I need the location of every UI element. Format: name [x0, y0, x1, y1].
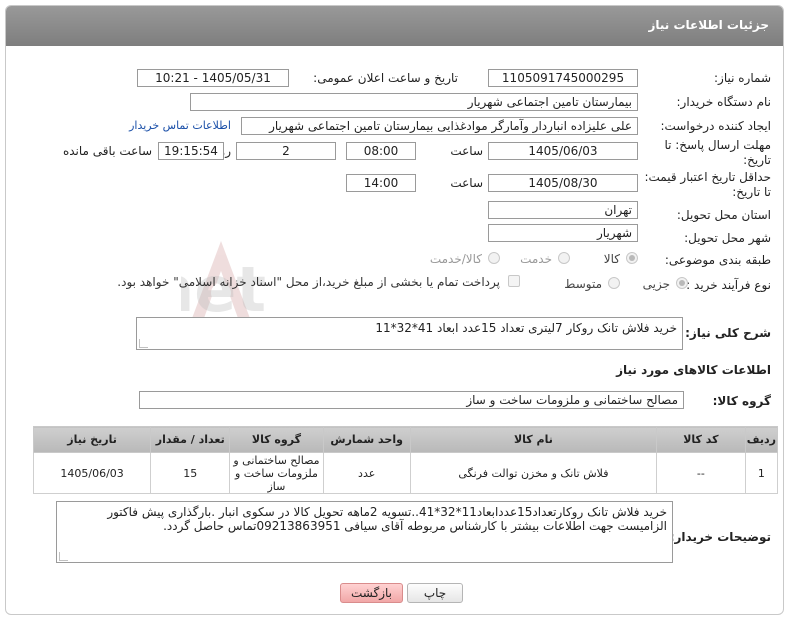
buyer-notes-textarea[interactable]: خرید فلاش تانک روکارتعداد15عددابعاد11*32…	[56, 501, 673, 563]
goods-table: ردیف کد کالا نام کالا واحد شمارش گروه کا…	[32, 426, 779, 494]
cell-row: 1	[744, 452, 779, 494]
category-radio-both[interactable]	[488, 252, 500, 264]
province-label: استان محل تحویل:	[676, 208, 771, 222]
need-number-field: 1105091745000295	[488, 69, 638, 87]
creator-field: علی علیزاده انباردار وآمارگر موادغذایی ب…	[241, 117, 638, 135]
summary-textarea[interactable]: خرید فلاش تانک روکار 7لیتری تعداد 15عدد …	[136, 317, 683, 350]
validity-time-label: ساعت	[450, 176, 483, 190]
need-number-label: شماره نیاز:	[714, 71, 771, 85]
announce-label: تاریخ و ساعت اعلان عمومی:	[313, 71, 458, 85]
creator-label: ایجاد کننده درخواست:	[660, 119, 771, 133]
resize-grip-icon[interactable]	[59, 552, 68, 561]
col-name: نام کالا	[409, 426, 658, 453]
treasury-payment-checkbox[interactable]	[508, 275, 520, 287]
category-option-service: خدمت	[520, 252, 552, 266]
col-qty: تعداد / مقدار	[150, 426, 231, 453]
table-row: 1 -- فلاش تانک و مخزن توالت فرنگی عدد مص…	[32, 452, 779, 494]
city-field: شهریار	[488, 224, 638, 242]
deadline-time-field: 08:00	[346, 142, 416, 160]
validity-label-date: تا تاریخ:	[732, 185, 771, 199]
deadline-time-label: ساعت	[450, 144, 483, 158]
goods-section-title: اطلاعات کالاهای مورد نیاز	[616, 363, 771, 377]
process-radio-minor[interactable]	[676, 277, 688, 289]
deadline-date-field: 1405/06/03	[488, 142, 638, 160]
goods-group-field: مصالح ساختمانی و ملزومات ساخت و ساز	[139, 391, 684, 409]
treasury-payment-note: پرداخت تمام یا بخشی از مبلغ خرید،از محل …	[117, 275, 500, 289]
cell-name: فلاش تانک و مخزن توالت فرنگی	[409, 452, 658, 494]
cell-qty: 15	[150, 452, 231, 494]
col-date: تاریخ نیاز	[32, 426, 152, 453]
summary-label: شرح کلی نیاز:	[685, 326, 771, 340]
print-button[interactable]: چاپ	[407, 583, 463, 603]
col-group: گروه کالا	[229, 426, 324, 453]
summary-text: خرید فلاش تانک روکار 7لیتری تعداد 15عدد …	[375, 321, 677, 335]
announce-field: 1405/05/31 - 10:21	[137, 69, 289, 87]
cell-date: 1405/06/03	[32, 452, 152, 494]
goods-group-label: گروه کالا:	[712, 394, 771, 408]
validity-time-field: 14:00	[346, 174, 416, 192]
remaining-label: ساعت باقی مانده	[62, 144, 152, 158]
buyer-org-field: بیمارستان تامین اجتماعی شهریار	[190, 93, 638, 111]
page: جزئیات اطلاعات نیاز AriaTender.net شماره…	[0, 0, 788, 619]
cell-code: --	[656, 452, 746, 494]
category-label: طبقه بندی موضوعی:	[664, 253, 771, 267]
resize-grip-icon[interactable]	[139, 339, 148, 348]
province-field: تهران	[488, 201, 638, 219]
category-option-both: کالا/خدمت	[429, 252, 482, 266]
deadline-label-date: تاریخ:	[743, 153, 771, 167]
col-unit: واحد شمارش	[322, 426, 411, 453]
cell-group: مصالح ساختمانی و ملزومات ساخت و ساز	[229, 452, 324, 494]
category-radio-goods[interactable]	[626, 252, 638, 264]
buyer-org-label: نام دستگاه خریدار:	[676, 95, 772, 109]
process-option-medium: متوسط	[564, 277, 602, 291]
col-code: کد کالا	[656, 426, 746, 453]
panel-title: جزئیات اطلاعات نیاز	[648, 18, 769, 32]
buyer-contact-link[interactable]: اطلاعات تماس خریدار	[129, 119, 231, 132]
process-option-minor: جزیی	[642, 277, 670, 291]
validity-date-field: 1405/08/30	[488, 174, 638, 192]
days-field: 2	[236, 142, 336, 160]
watermark-text: AriaTender.net	[181, 253, 266, 326]
buyer-notes-text: خرید فلاش تانک روکارتعداد15عددابعاد11*32…	[107, 505, 667, 533]
buyer-notes-label: توضیحات خریدار:	[669, 530, 771, 544]
col-row: ردیف	[744, 426, 779, 453]
back-button[interactable]: بازگشت	[340, 583, 403, 603]
panel-header: جزئیات اطلاعات نیاز	[6, 6, 783, 46]
category-radio-service[interactable]	[558, 252, 570, 264]
validity-label: حداقل تاریخ اعتبار قیمت:	[644, 170, 771, 184]
remaining-time-field: 19:15:54	[158, 142, 224, 160]
category-option-goods: کالا	[603, 252, 620, 266]
city-label: شهر محل تحویل:	[684, 231, 771, 245]
process-radio-medium[interactable]	[608, 277, 620, 289]
details-panel: جزئیات اطلاعات نیاز AriaTender.net شماره…	[5, 5, 784, 615]
deadline-label: مهلت ارسال پاسخ: تا	[664, 138, 771, 152]
goods-table-header: ردیف کد کالا نام کالا واحد شمارش گروه کا…	[32, 426, 779, 453]
process-label: نوع فرآیند خرید :	[686, 278, 771, 292]
cell-unit: عدد	[322, 452, 411, 494]
